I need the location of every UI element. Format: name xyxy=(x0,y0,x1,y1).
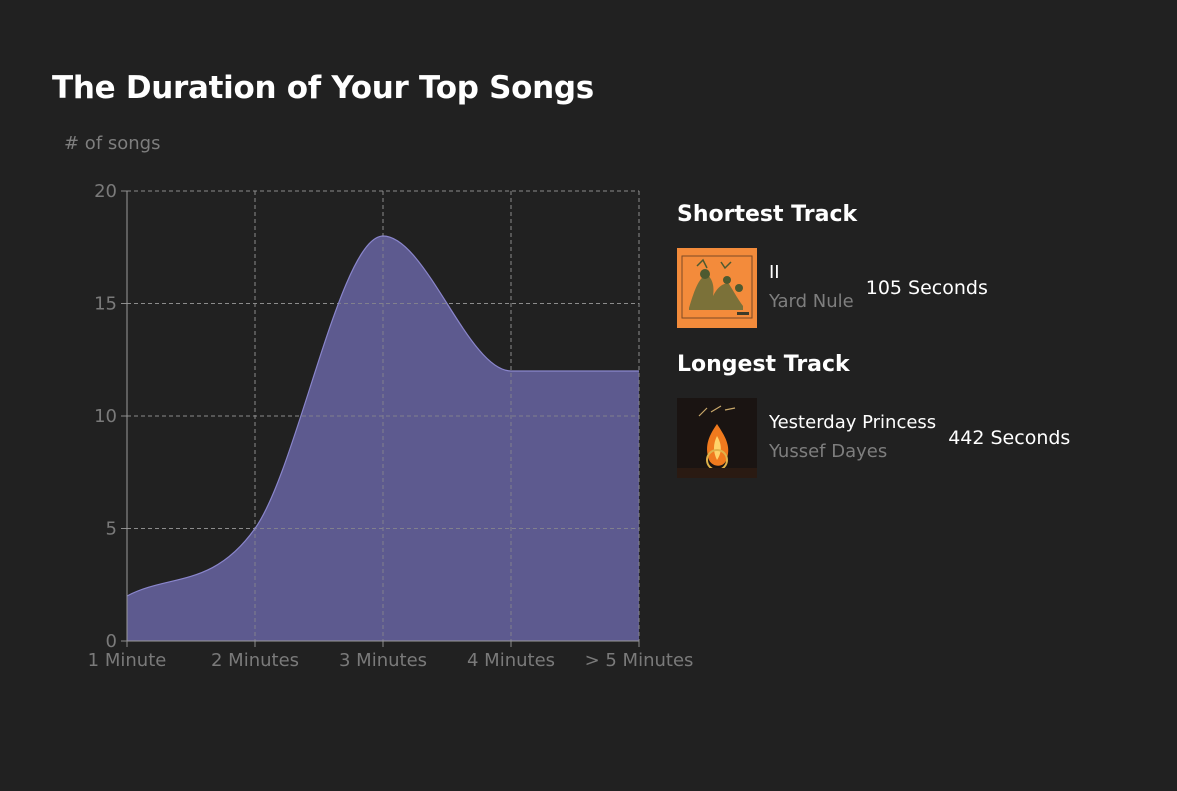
shortest-track-artist: Yard Nule xyxy=(769,291,854,312)
longest-track-heading: Longest Track xyxy=(677,352,850,377)
longest-track-duration: 442 Seconds xyxy=(948,427,1071,449)
longest-album-cover xyxy=(677,398,757,478)
longest-track-name: Yesterday Princess xyxy=(769,412,937,433)
y-tick-label: 20 xyxy=(94,181,117,202)
page: The Duration of Your Top Songs # of song… xyxy=(0,0,1177,791)
y-tick-label: 0 xyxy=(106,631,117,652)
shortest-track-info: II Yard Nule xyxy=(769,259,854,317)
x-tick-label: 4 Minutes xyxy=(467,650,555,671)
x-tick-label: > 5 Minutes xyxy=(585,650,694,671)
shortest-album-cover xyxy=(677,248,757,328)
longest-track-info: Yesterday Princess Yussef Dayes xyxy=(769,409,936,467)
y-tick-label: 10 xyxy=(94,406,117,427)
x-tick-label: 1 Minute xyxy=(88,650,167,671)
shortest-track-card[interactable]: II Yard Nule 105 Seconds xyxy=(677,248,1157,328)
shortest-track-name: II xyxy=(769,262,780,283)
duration-area-chart: 0 5 10 15 20 1 Minute 2 Minutes 3 Minutes 4 Minu… xyxy=(88,181,694,671)
longest-track-card[interactable]: Yesterday Princess Yussef Dayes 442 Seco… xyxy=(677,398,1157,478)
shortest-track-duration: 105 Seconds xyxy=(865,277,988,299)
y-tick-label: 5 xyxy=(106,519,117,540)
y-tick-label: 15 xyxy=(94,294,117,315)
x-tick-label: 2 Minutes xyxy=(211,650,299,671)
longest-track-artist: Yussef Dayes xyxy=(769,441,888,462)
shortest-track-heading: Shortest Track xyxy=(677,202,858,227)
track-highlights: Shortest Track II Yard Nule 105 Seconds xyxy=(677,200,1157,478)
x-tick-label: 3 Minutes xyxy=(339,650,427,671)
